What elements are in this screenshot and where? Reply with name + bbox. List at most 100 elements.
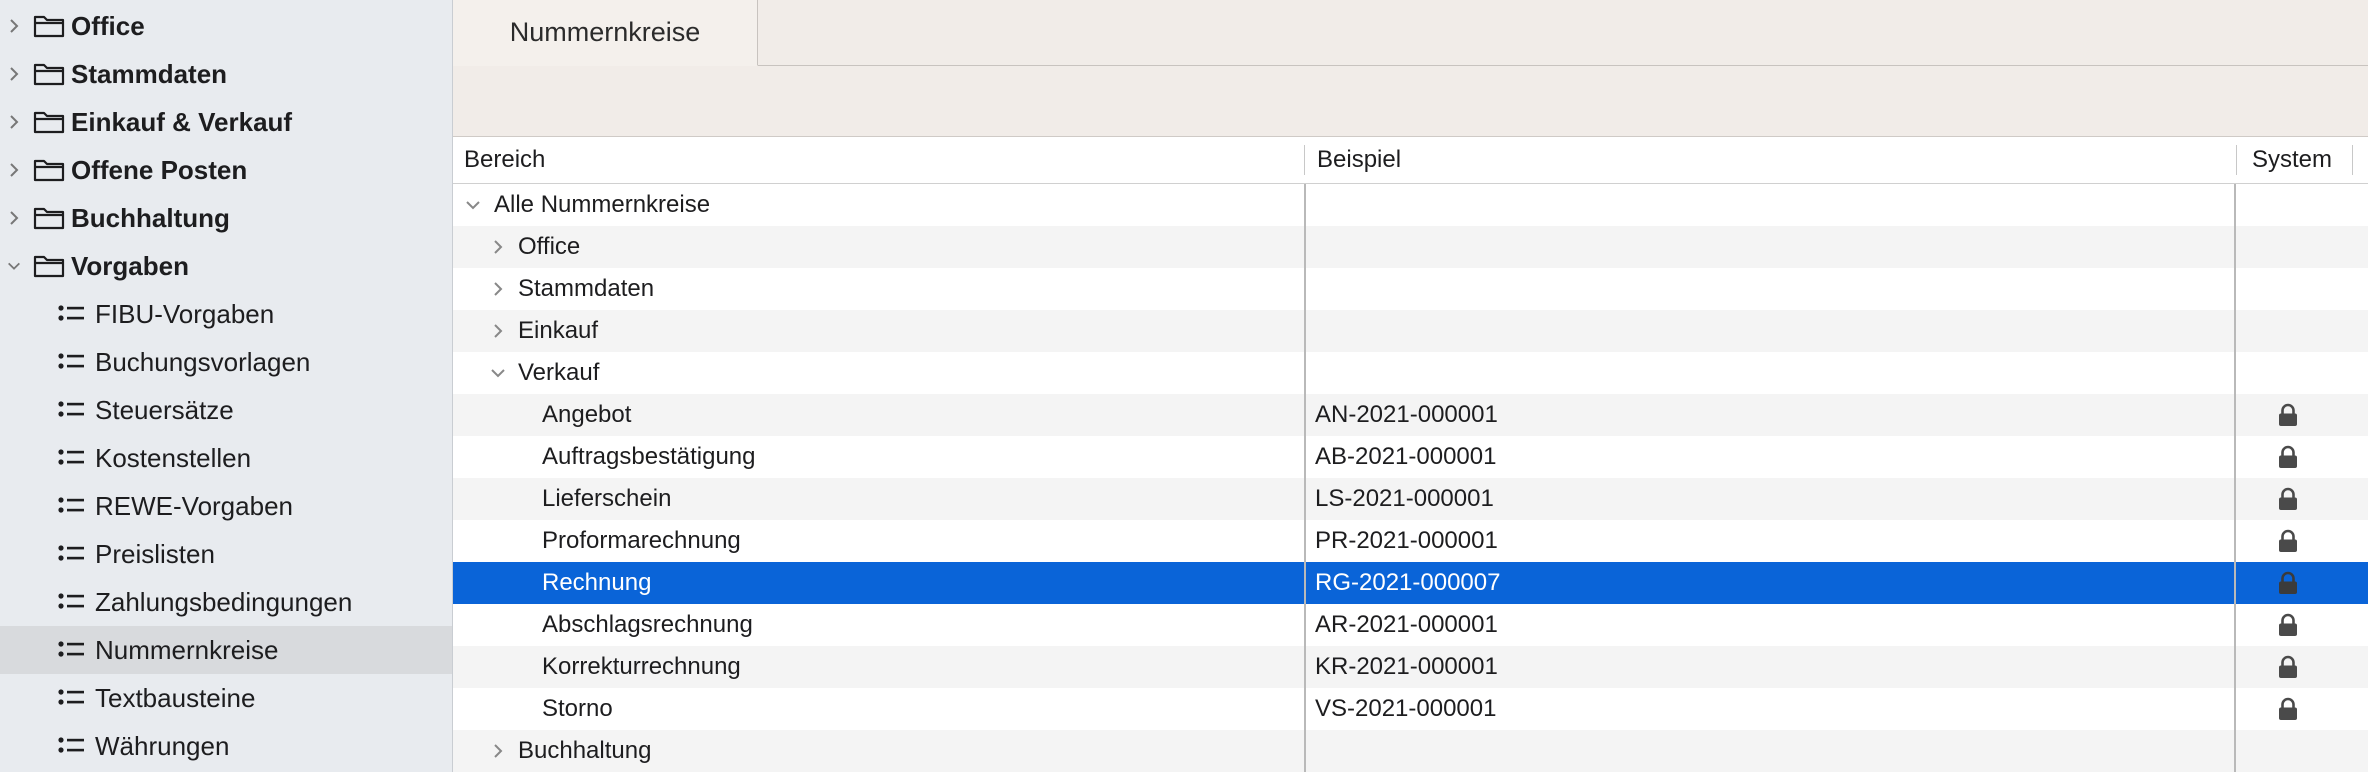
tab-nummernkreise[interactable]: Nummernkreise — [453, 0, 758, 66]
lock-icon — [2279, 403, 2297, 426]
column-header-system[interactable]: System — [2252, 137, 2332, 183]
cell-beispiel: PR-2021-000001 — [1315, 527, 1498, 554]
table-row[interactable]: Korrekturrechnung KR-2021-000001 — [453, 646, 2368, 688]
cell-bereich: Storno — [542, 695, 613, 722]
chevron-right-icon[interactable] — [6, 194, 22, 242]
table-row[interactable]: Lieferschein LS-2021-000001 — [453, 478, 2368, 520]
table-row-einkauf[interactable]: Einkauf — [453, 310, 2368, 352]
lock-icon — [2279, 529, 2297, 552]
sidebar-item-textbausteine[interactable]: Textbausteine — [0, 674, 452, 722]
folder-icon — [33, 159, 65, 182]
cell-bereich: Auftragsbestätigung — [542, 443, 756, 470]
sidebar-item-steuersaetze[interactable]: Steuersätze — [0, 386, 452, 434]
cell-bereich: Stammdaten — [518, 275, 655, 302]
sidebar-item-rewe-vorgaben[interactable]: REWE-Vorgaben — [0, 482, 452, 530]
table-row[interactable]: Abschlagsrechnung AR-2021-000001 — [453, 604, 2368, 646]
chevron-right-icon[interactable] — [490, 281, 506, 297]
table-row-root[interactable]: Alle Nummernkreise — [453, 184, 2368, 226]
list-icon — [58, 497, 84, 513]
chevron-right-icon[interactable] — [490, 239, 506, 255]
table-row[interactable]: Proformarechnung PR-2021-000001 — [453, 520, 2368, 562]
sidebar-item-label: Steuersätze — [95, 394, 234, 425]
table-header: Bereich Beispiel System — [453, 137, 2368, 184]
sidebar-group-stammdaten[interactable]: Stammdaten — [0, 50, 452, 98]
table-row-office[interactable]: Office — [453, 226, 2368, 268]
cell-bereich: Alle Nummernkreise — [494, 191, 711, 218]
sidebar-group-office[interactable]: Office — [0, 2, 452, 50]
table-row[interactable]: Storno VS-2021-000001 — [453, 688, 2368, 730]
cell-bereich: Lieferschein — [542, 485, 672, 512]
lock-icon — [2279, 445, 2297, 468]
column-divider — [1304, 184, 1306, 772]
sidebar-group-vorgaben[interactable]: Vorgaben — [0, 242, 452, 290]
sidebar-group-label: Office — [71, 10, 145, 41]
table-row[interactable]: Auftragsbestätigung AB-2021-000001 — [453, 436, 2368, 478]
sidebar-group-label: Offene Posten — [71, 154, 248, 185]
sidebar-item-buchungsvorlagen[interactable]: Buchungsvorlagen — [0, 338, 452, 386]
sidebar-item-waehrungen[interactable]: Währungen — [0, 722, 452, 770]
table-row-buchhaltung[interactable]: Buchhaltung — [453, 730, 2368, 772]
sidebar-group-offene-posten[interactable]: Offene Posten — [0, 146, 452, 194]
chevron-right-icon[interactable] — [490, 743, 506, 759]
sidebar-item-preislisten[interactable]: Preislisten — [0, 530, 452, 578]
sidebar-item-nummernkreise[interactable]: Nummernkreise — [0, 626, 452, 674]
cell-bereich: Proformarechnung — [542, 527, 741, 554]
column-header-beispiel[interactable]: Beispiel — [1317, 137, 1401, 183]
sidebar-group-einkauf-verkauf[interactable]: Einkauf & Verkauf — [0, 98, 452, 146]
sidebar-item-label: Währungen — [95, 730, 230, 761]
lock-icon — [2279, 655, 2297, 678]
chevron-right-icon[interactable] — [6, 50, 22, 98]
cell-beispiel: AB-2021-000001 — [1315, 443, 1497, 470]
main-panel: Nummernkreise Bereich Beispiel System Al… — [453, 0, 2368, 772]
table-row-selected[interactable]: Rechnung RG-2021-000007 — [453, 562, 2368, 604]
cell-bereich: Rechnung — [542, 569, 652, 596]
chevron-right-icon[interactable] — [490, 323, 506, 339]
cell-beispiel: VS-2021-000001 — [1315, 695, 1497, 722]
sidebar: Office Stammdaten Einkauf & Verkauf Offe… — [0, 0, 453, 772]
column-divider[interactable] — [1304, 145, 1305, 175]
chevron-right-icon[interactable] — [6, 146, 22, 194]
sidebar-item-zahlungsbedingungen[interactable]: Zahlungsbedingungen — [0, 578, 452, 626]
chevron-down-icon[interactable] — [465, 197, 481, 213]
sidebar-group-label: Einkauf & Verkauf — [71, 106, 293, 137]
list-icon — [58, 641, 84, 657]
lock-icon — [2279, 571, 2297, 594]
sidebar-item-label: Buchungsvorlagen — [95, 346, 311, 377]
sidebar-item-label: Preislisten — [95, 538, 215, 569]
cell-beispiel: RG-2021-000007 — [1315, 569, 1501, 596]
cell-beispiel: LS-2021-000001 — [1315, 485, 1494, 512]
chevron-down-icon[interactable] — [490, 365, 506, 381]
sidebar-item-label: Zahlungsbedingungen — [95, 586, 353, 617]
table-body: Alle Nummernkreise Office Stammdaten Ein… — [453, 184, 2368, 772]
cell-bereich: Verkauf — [518, 359, 600, 386]
cell-bereich: Office — [518, 233, 581, 260]
column-divider[interactable] — [2352, 145, 2353, 175]
table-row[interactable]: Angebot AN-2021-000001 — [453, 394, 2368, 436]
sidebar-item-fibu-vorgaben[interactable]: FIBU-Vorgaben — [0, 290, 452, 338]
list-icon — [58, 545, 84, 561]
table-row-verkauf[interactable]: Verkauf — [453, 352, 2368, 394]
cell-bereich: Angebot — [542, 401, 632, 428]
chevron-right-icon[interactable] — [6, 2, 22, 50]
lock-icon — [2279, 613, 2297, 636]
sidebar-item-label: Nummernkreise — [95, 634, 279, 665]
sidebar-item-label: FIBU-Vorgaben — [95, 298, 275, 329]
lock-icon — [2279, 487, 2297, 510]
sidebar-group-buchhaltung[interactable]: Buchhaltung — [0, 194, 452, 242]
chevron-down-icon[interactable] — [6, 242, 22, 290]
tab-bar: Nummernkreise — [453, 0, 2368, 137]
column-divider[interactable] — [2236, 145, 2237, 175]
chevron-right-icon[interactable] — [6, 98, 22, 146]
sidebar-item-kostenstellen[interactable]: Kostenstellen — [0, 434, 452, 482]
sidebar-group-label: Stammdaten — [71, 58, 228, 89]
sidebar-item-label: Textbausteine — [95, 682, 256, 713]
cell-beispiel: AN-2021-000001 — [1315, 401, 1498, 428]
table-row-stammdaten[interactable]: Stammdaten — [453, 268, 2368, 310]
list-icon — [58, 449, 84, 465]
cell-bereich: Korrekturrechnung — [542, 653, 741, 680]
folder-icon — [33, 111, 65, 134]
column-header-bereich[interactable]: Bereich — [464, 137, 545, 183]
cell-bereich: Einkauf — [518, 317, 599, 344]
list-icon — [58, 593, 84, 609]
folder-icon — [33, 63, 65, 86]
